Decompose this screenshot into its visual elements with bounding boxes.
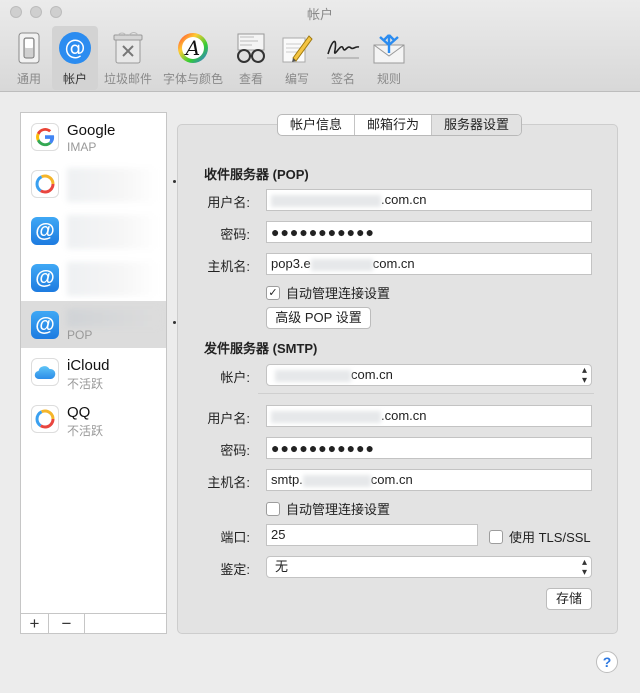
tab-server-settings[interactable]: 服务器设置 (432, 115, 522, 135)
at-sign-icon: @ (31, 217, 59, 245)
at-sign-icon: @ (31, 311, 59, 339)
rules-envelope-icon (371, 30, 407, 66)
redacted-account-name (67, 262, 159, 296)
port-field[interactable]: 25 (266, 524, 478, 546)
account-qq[interactable]: QQ 不活跃 (21, 395, 166, 442)
incoming-username-label: 用户名: (207, 195, 250, 210)
chevron-up-down-icon: ▴ ▾ (581, 557, 587, 578)
redacted-account-name (67, 309, 159, 327)
remove-account-button[interactable]: − (49, 614, 85, 633)
redacted-text (275, 369, 351, 382)
pencil-icon (279, 30, 315, 66)
toolbar-junk-mail[interactable]: 垃圾邮件 (98, 26, 158, 90)
incoming-password-label: 密码: (220, 227, 250, 242)
authentication-select[interactable]: 无 ▴ ▾ (266, 556, 592, 578)
account-icloud[interactable]: iCloud 不活跃 (21, 348, 166, 395)
title-bar: 帐户 通用 @ 帐户 垃圾邮件 A 字体与颜色 查看 编写 签名 规则 (0, 0, 640, 92)
qq-mail-icon (31, 170, 59, 198)
redacted-text (302, 474, 371, 487)
account-name: QQ (67, 404, 91, 421)
preferences-window: 帐户 通用 @ 帐户 垃圾邮件 A 字体与颜色 查看 编写 签名 规则 Goog… (0, 0, 640, 693)
svg-text:@: @ (65, 36, 86, 60)
outgoing-host-field[interactable]: smtp. com.cn (266, 469, 592, 491)
account-list-footer: + − (21, 613, 166, 633)
google-icon (31, 123, 59, 151)
account-google[interactable]: Google IMAP (21, 113, 166, 160)
qq-mail-icon (31, 405, 59, 433)
account-item-selected[interactable]: @ POP (21, 301, 176, 348)
at-sign-icon: @ (57, 30, 93, 66)
divider (258, 393, 594, 394)
glasses-icon (233, 30, 269, 66)
port-label: 端口: (220, 530, 250, 545)
chevron-up-down-icon: ▴ ▾ (581, 365, 587, 386)
incoming-username-field[interactable]: .com.cn (266, 189, 592, 211)
redacted-text (310, 258, 373, 271)
window-title: 帐户 (306, 7, 333, 22)
advanced-pop-settings-button[interactable]: 高级 POP 设置 (266, 307, 371, 329)
settings-tabs: 帐户信息 邮箱行为 服务器设置 (277, 114, 523, 136)
save-button[interactable]: 存储 (546, 588, 592, 610)
toolbar-fonts-colors[interactable]: A 字体与颜色 (158, 26, 228, 90)
toolbar-general[interactable]: 通用 (6, 26, 52, 90)
incoming-host-label: 主机名: (207, 259, 250, 274)
account-list[interactable]: Google IMAP @ @ @ POP iCloud 不活跃 QQ 不活跃 … (20, 112, 176, 634)
account-status: 不活跃 (67, 377, 104, 391)
switch-icon (11, 30, 47, 66)
icloud-icon (31, 358, 59, 386)
outgoing-username-label: 用户名: (207, 411, 250, 426)
checkmark-icon: ✓ (266, 285, 280, 300)
account-item[interactable]: @ (21, 207, 166, 254)
account-type: IMAP (67, 140, 97, 154)
outgoing-username-field[interactable]: .com.cn (266, 405, 592, 427)
preferences-toolbar: 通用 @ 帐户 垃圾邮件 A 字体与颜色 查看 编写 签名 规则 (6, 26, 412, 90)
account-item[interactable]: @ (21, 254, 166, 301)
account-type: POP (67, 328, 93, 342)
account-name: Google (67, 122, 116, 139)
toolbar-viewing[interactable]: 查看 (228, 26, 274, 90)
at-sign-icon: @ (31, 264, 59, 292)
incoming-auto-manage-checkbox[interactable]: ✓ 自动管理连接设置 (266, 283, 390, 302)
redacted-account-name (67, 215, 159, 249)
svg-text:A: A (184, 36, 200, 60)
redacted-text (271, 194, 381, 207)
toolbar-accounts[interactable]: @ 帐户 (52, 26, 98, 90)
trash-can-icon (110, 30, 146, 66)
redacted-account-name (67, 168, 159, 202)
account-item[interactable] (21, 160, 176, 207)
redacted-text (271, 410, 381, 423)
toolbar-composing[interactable]: 编写 (274, 26, 320, 90)
incoming-server-heading: 收件服务器 (POP) (204, 167, 309, 182)
authentication-label: 鉴定: (220, 562, 250, 577)
incoming-host-field[interactable]: pop3.e com.cn (266, 253, 592, 275)
help-button[interactable]: ? (596, 651, 618, 673)
toolbar-signatures[interactable]: 签名 (320, 26, 366, 90)
account-name: iCloud (67, 357, 110, 374)
toolbar-rules[interactable]: 规则 (366, 26, 412, 90)
outgoing-account-label: 帐户: (220, 370, 250, 385)
incoming-password-field[interactable]: ●●●●●●●●●●● (266, 221, 592, 243)
font-color-icon: A (175, 30, 211, 66)
outgoing-auto-manage-checkbox[interactable]: 自动管理连接设置 (266, 499, 390, 518)
outgoing-password-field[interactable]: ●●●●●●●●●●● (266, 437, 592, 459)
account-status: 不活跃 (67, 424, 104, 438)
outgoing-host-label: 主机名: (207, 475, 250, 490)
signature-icon (325, 30, 361, 66)
outgoing-account-select[interactable]: com.cn ▴ ▾ (266, 364, 592, 386)
outgoing-server-heading: 发件服务器 (SMTP) (204, 341, 318, 356)
tab-mailbox-behaviors[interactable]: 邮箱行为 (355, 115, 433, 135)
add-account-button[interactable]: + (21, 614, 49, 633)
outgoing-password-label: 密码: (220, 443, 250, 458)
use-tls-ssl-checkbox[interactable]: 使用 TLS/SSL (489, 527, 591, 546)
tab-account-info[interactable]: 帐户信息 (278, 115, 356, 135)
